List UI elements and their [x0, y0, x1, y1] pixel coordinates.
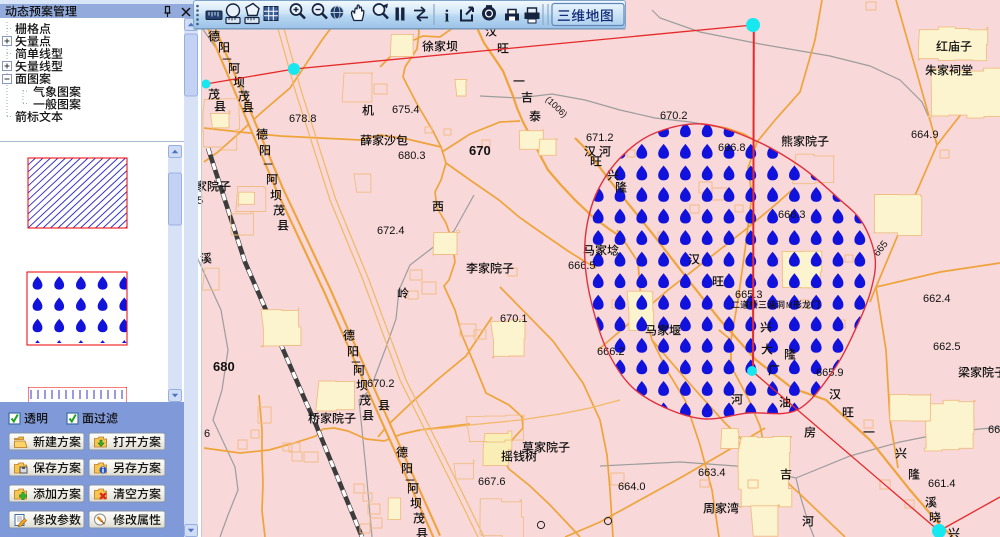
svg-text:680.3: 680.3	[398, 150, 426, 162]
svg-text:666.5: 666.5	[568, 260, 596, 272]
svg-text:664.9: 664.9	[911, 129, 939, 141]
svg-text:666.3: 666.3	[778, 209, 806, 221]
svg-text:671.2: 671.2	[586, 132, 614, 144]
svg-text:667.6: 667.6	[478, 476, 506, 488]
svg-text:680: 680	[213, 359, 235, 374]
svg-text:670.2: 670.2	[367, 378, 395, 390]
svg-text:66: 66	[988, 424, 1000, 436]
svg-text:662.4: 662.4	[923, 293, 951, 305]
svg-text:675.4: 675.4	[392, 104, 420, 116]
svg-text:i: i	[445, 7, 450, 26]
svg-text:6: 6	[204, 428, 210, 440]
svg-text:665.9: 665.9	[816, 367, 844, 379]
svg-text:670: 670	[469, 143, 491, 158]
svg-text:670.2: 670.2	[660, 110, 688, 122]
svg-text:664.0: 664.0	[618, 481, 646, 493]
svg-text:678.8: 678.8	[289, 113, 317, 125]
svg-text:662.5: 662.5	[933, 341, 961, 353]
svg-text:665.3: 665.3	[735, 289, 763, 301]
svg-text:666.8: 666.8	[718, 142, 746, 154]
svg-text:670.1: 670.1	[500, 313, 528, 325]
svg-text:672.4: 672.4	[377, 225, 405, 237]
svg-text:661.4: 661.4	[928, 478, 956, 490]
svg-text:M: M	[786, 301, 793, 310]
svg-text:663.4: 663.4	[698, 467, 726, 479]
